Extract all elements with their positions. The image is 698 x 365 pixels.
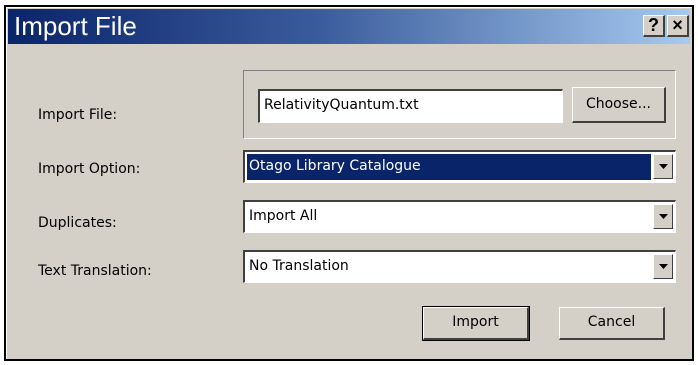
chevron-down-icon xyxy=(659,264,668,269)
choose-button[interactable]: Choose... xyxy=(572,87,666,123)
import-file-label: Import File: xyxy=(38,107,118,123)
import-option-label: Import Option: xyxy=(38,161,141,177)
close-icon: × xyxy=(672,15,683,35)
help-button[interactable]: ? xyxy=(643,15,665,37)
import-file-dialog: Import File ? × Import File: Import Opti… xyxy=(4,5,694,361)
text-translation-label: Text Translation: xyxy=(38,263,152,279)
duplicates-label: Duplicates: xyxy=(38,215,117,231)
duplicates-value: Import All xyxy=(249,208,318,224)
cancel-button[interactable]: Cancel xyxy=(559,307,665,340)
chevron-down-icon xyxy=(659,214,668,219)
chevron-down-icon xyxy=(659,164,668,169)
text-translation-select[interactable]: No Translation xyxy=(243,250,676,283)
title-bar[interactable]: Import File ? × xyxy=(8,9,690,44)
duplicates-select[interactable]: Import All xyxy=(243,200,676,233)
import-file-input[interactable]: RelativityQuantum.txt xyxy=(258,89,563,123)
duplicates-dropdown-button[interactable] xyxy=(653,204,673,229)
text-translation-dropdown-button[interactable] xyxy=(653,254,673,279)
import-button[interactable]: Import xyxy=(422,306,530,341)
import-option-dropdown-button[interactable] xyxy=(653,154,673,179)
import-option-value: Otago Library Catalogue xyxy=(247,154,651,180)
close-button[interactable]: × xyxy=(667,15,689,37)
import-option-select[interactable]: Otago Library Catalogue xyxy=(243,150,676,183)
dialog-title: Import File xyxy=(14,11,137,41)
text-translation-value: No Translation xyxy=(249,258,349,274)
help-icon: ? xyxy=(648,15,659,35)
